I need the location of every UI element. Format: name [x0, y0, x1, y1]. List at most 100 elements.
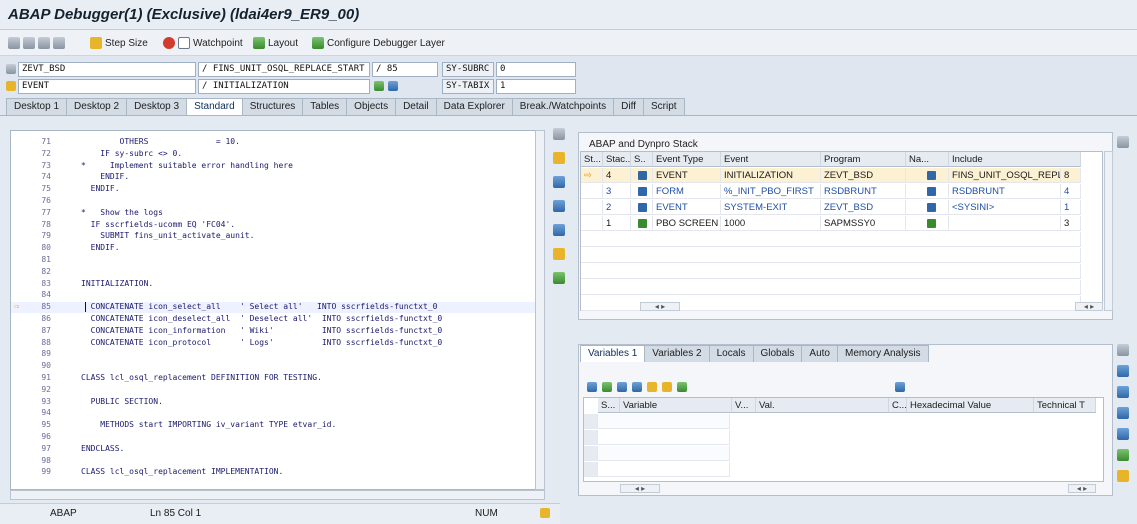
stack-cell-include[interactable]: <SYSINI>: [949, 200, 1061, 215]
stack-column-header[interactable]: Na...: [906, 152, 949, 167]
variable-column-header[interactable]: Technical T: [1034, 398, 1096, 413]
stack-column-header[interactable]: Stac...: [603, 152, 631, 167]
stack-column-header[interactable]: Include: [949, 152, 1081, 167]
stack-cell-program[interactable]: RSDBRUNT: [821, 184, 906, 199]
navigate-icon[interactable]: [906, 216, 949, 231]
variable-row[interactable]: [584, 414, 730, 429]
folder-icon[interactable]: [553, 152, 565, 164]
close-icon[interactable]: [553, 128, 565, 140]
variable-column-header[interactable]: Hexadecimal Value: [907, 398, 1034, 413]
step-over-icon[interactable]: [23, 37, 35, 49]
close-icon[interactable]: [1117, 136, 1129, 148]
variable-column-header[interactable]: S...: [598, 398, 620, 413]
stack-cell-status[interactable]: [581, 184, 603, 199]
event-type-icon[interactable]: [631, 184, 653, 199]
row-selector[interactable]: [584, 446, 598, 461]
include-field[interactable]: / FINS_UNIT_OSQL_REPLACE_START: [198, 62, 370, 77]
variables-grid[interactable]: S... Variable V... Val. C... Hexadecimal Valu…: [583, 397, 1104, 482]
variable-column-header[interactable]: Val.: [756, 398, 889, 413]
filter-icon[interactable]: [1117, 470, 1129, 482]
save-icon[interactable]: [895, 382, 905, 392]
stack-cell-level[interactable]: 2: [603, 200, 631, 215]
stack-cell-event[interactable]: SYSTEM-EXIT: [721, 200, 821, 215]
event-type-icon[interactable]: [631, 200, 653, 215]
stack-cell-program[interactable]: SAPMSSY0: [821, 216, 906, 231]
event-type-field[interactable]: EVENT: [18, 79, 196, 94]
stack-cell-event-type[interactable]: FORM: [653, 184, 721, 199]
navigate-icon[interactable]: [906, 184, 949, 199]
variable-column-header[interactable]: V...: [732, 398, 756, 413]
editor-vertical-scrollbar[interactable]: [535, 130, 545, 490]
configure-layer-button[interactable]: Configure Debugger Layer: [312, 35, 445, 51]
stack-cell-include[interactable]: RSDBRUNT: [949, 184, 1061, 199]
copy-icon[interactable]: [617, 382, 627, 392]
tab-locals[interactable]: Locals: [708, 345, 754, 362]
tab-detail[interactable]: Detail: [395, 98, 437, 115]
tab-script[interactable]: Script: [642, 98, 685, 115]
tab-data-explorer[interactable]: Data Explorer: [435, 98, 513, 115]
tab-desktop-1[interactable]: Desktop 1: [6, 98, 68, 115]
stack-cell-line[interactable]: 3: [1061, 216, 1081, 231]
grid-icon[interactable]: [1117, 365, 1129, 377]
variable-row[interactable]: [584, 462, 730, 477]
stack-cell-program[interactable]: ZEVT_BSD: [821, 168, 906, 183]
grid-icon[interactable]: [553, 176, 565, 188]
stack-cell-program[interactable]: ZEVT_BSD: [821, 200, 906, 215]
tab-memory-analysis[interactable]: Memory Analysis: [836, 345, 929, 362]
variable-column-header[interactable]: C...: [889, 398, 907, 413]
stack-cell-event-type[interactable]: PBO SCREEN: [653, 216, 721, 231]
program-field[interactable]: ZEVT_BSD: [18, 62, 196, 77]
stack-cell-include[interactable]: FINS_UNIT_OSQL_REPL..: [949, 168, 1061, 183]
navigate-icon[interactable]: [374, 81, 384, 91]
stack-cell-event[interactable]: INITIALIZATION: [721, 168, 821, 183]
table-icon[interactable]: [553, 200, 565, 212]
stack-cell-event-type[interactable]: EVENT: [653, 168, 721, 183]
tab-break-watchpoints[interactable]: Break./Watchpoints: [511, 98, 615, 115]
list-icon[interactable]: [553, 224, 565, 236]
stack-cell-level[interactable]: 3: [603, 184, 631, 199]
continue-icon[interactable]: [53, 37, 65, 49]
stack-cell-include[interactable]: [949, 216, 1061, 231]
row-selector[interactable]: [584, 462, 598, 477]
vars-hscroll-right[interactable]: ◂ ▸: [1068, 484, 1096, 493]
tab-objects[interactable]: Objects: [346, 98, 397, 115]
tab-structures[interactable]: Structures: [241, 98, 304, 115]
import-icon[interactable]: [647, 382, 657, 392]
tab-desktop-2[interactable]: Desktop 2: [66, 98, 128, 115]
sort-icon[interactable]: [553, 248, 565, 260]
layout-button[interactable]: Layout: [253, 35, 298, 51]
event-type-icon[interactable]: [631, 168, 653, 183]
watchpoint-button[interactable]: Watchpoint: [163, 35, 243, 51]
line-field[interactable]: / 85: [372, 62, 438, 77]
vars-hscroll-left[interactable]: ◂ ▸: [620, 484, 660, 493]
list-icon[interactable]: [1117, 407, 1129, 419]
tab-variables-1[interactable]: Variables 1: [580, 345, 646, 362]
stack-vscroll[interactable]: [1104, 151, 1113, 311]
close-icon[interactable]: [1117, 344, 1129, 356]
tab-desktop-3[interactable]: Desktop 3: [126, 98, 188, 115]
info-icon[interactable]: [388, 81, 398, 91]
stack-grid[interactable]: St... Stac... S.. Event Type Event Program Na.…: [580, 151, 1103, 311]
tab-auto[interactable]: Auto: [801, 345, 838, 362]
stack-column-header[interactable]: Event Type: [653, 152, 721, 167]
source-code-editor[interactable]: 71 OTHERS = 10. 72 IF sy-subrc <> 0. 73 * I…: [10, 130, 545, 490]
navigate-icon[interactable]: [906, 200, 949, 215]
delete-icon[interactable]: [587, 382, 597, 392]
stack-column-header[interactable]: Event: [721, 152, 821, 167]
stack-cell-status[interactable]: [581, 216, 603, 231]
variable-row[interactable]: [584, 430, 730, 445]
stack-cell-event[interactable]: %_INIT_PBO_FIRST: [721, 184, 821, 199]
stack-cell-event[interactable]: 1000: [721, 216, 821, 231]
table-icon[interactable]: [1117, 386, 1129, 398]
filter-icon[interactable]: [553, 272, 565, 284]
stack-hscroll-left[interactable]: ◂ ▸: [640, 302, 680, 311]
tab-tables[interactable]: Tables: [302, 98, 348, 115]
stack-cell-line[interactable]: 8: [1061, 168, 1081, 183]
stack-column-header[interactable]: S..: [631, 152, 653, 167]
stack-hscroll-right[interactable]: ◂ ▸: [1075, 302, 1103, 311]
tab-globals[interactable]: Globals: [752, 345, 803, 362]
sy-subrc-value[interactable]: 0: [496, 62, 576, 77]
editor-horizontal-scrollbar[interactable]: [10, 490, 545, 500]
event-type-icon[interactable]: [631, 216, 653, 231]
tab-diff[interactable]: Diff: [613, 98, 644, 115]
